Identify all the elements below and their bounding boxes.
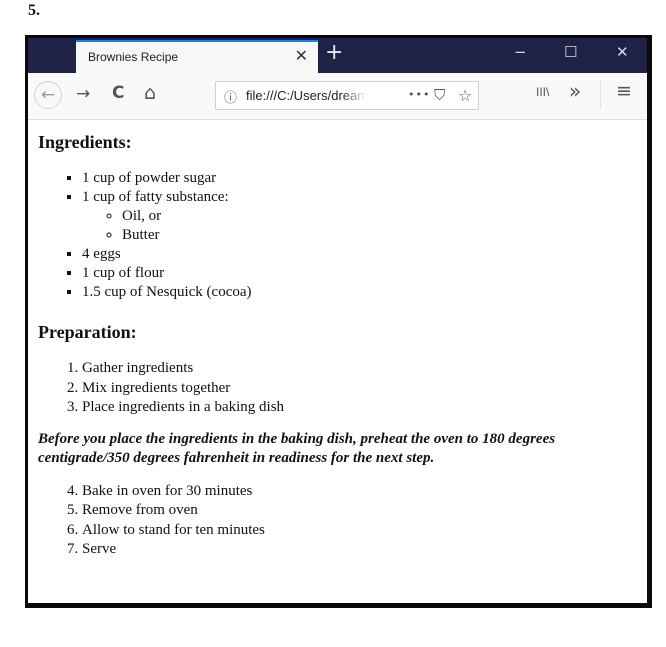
forward-arrow-icon[interactable]: → — [76, 84, 90, 104]
list-item: Oil, or — [122, 207, 637, 226]
ingredients-heading: Ingredients: — [38, 132, 132, 152]
bookmark-star-icon[interactable]: ☆ — [458, 86, 472, 105]
list-item: Place ingredients in a baking dish — [82, 398, 637, 418]
page-content: Ingredients: 1 cup of powder sugar 1 cup… — [28, 120, 647, 603]
minimize-icon[interactable]: − — [514, 43, 527, 61]
list-item: Serve — [82, 540, 637, 560]
list-item: Gather ingredients — [82, 359, 637, 379]
tab-close-icon[interactable]: ✕ — [295, 46, 308, 65]
info-icon[interactable]: ⓘ — [224, 87, 237, 106]
hamburger-menu-icon[interactable]: ≡ — [616, 80, 632, 102]
list-item: 1.5 cup of Nesquick (cocoa) — [82, 283, 637, 302]
list-item-text: 1 cup of fatty substance: — [82, 189, 229, 205]
list-item: 1 cup of flour — [82, 264, 637, 283]
list-item: 1 cup of powder sugar — [82, 169, 637, 188]
navigation-toolbar: ← → C ⌂ ⓘ file:///C:/Users/dream ••• ⛉ ☆… — [28, 73, 647, 120]
list-item: Mix ingredients together — [82, 379, 637, 399]
page-actions-icon[interactable]: ••• — [408, 88, 430, 101]
window-close-icon[interactable]: ✕ — [616, 43, 629, 61]
list-item: 4 eggs — [82, 245, 637, 264]
list-item: Bake in oven for 30 minutes — [82, 482, 637, 502]
question-number: 5. — [28, 2, 40, 19]
new-tab-icon[interactable]: + — [325, 40, 343, 65]
browser-window: Brownies Recipe ✕ + − ☐ ✕ ← → C ⌂ ⓘ file… — [25, 35, 652, 608]
library-icon[interactable]: III\ — [536, 85, 549, 99]
url-bar[interactable]: ⓘ file:///C:/Users/dream ••• ⛉ ☆ — [215, 81, 479, 110]
overflow-chevron-icon[interactable]: » — [569, 79, 581, 103]
list-item: Butter — [122, 226, 637, 245]
tab-title: Brownies Recipe — [88, 50, 179, 64]
maximize-icon[interactable]: ☐ — [564, 43, 577, 61]
tab-bar: Brownies Recipe ✕ + − ☐ ✕ — [28, 38, 647, 73]
list-item: Remove from oven — [82, 501, 637, 521]
preheat-note: Before you place the ingredients in the … — [38, 430, 556, 466]
home-icon[interactable]: ⌂ — [144, 82, 156, 104]
reload-icon[interactable]: C — [112, 83, 124, 103]
toolbar-separator — [600, 81, 601, 109]
tab-brownies-recipe[interactable]: Brownies Recipe ✕ — [76, 40, 318, 73]
url-input[interactable]: file:///C:/Users/dream — [246, 88, 366, 103]
pocket-icon[interactable]: ⛉ — [434, 86, 445, 104]
ingredients-list: 1 cup of powder sugar 1 cup of fatty sub… — [38, 169, 637, 302]
back-arrow-icon[interactable]: ← — [34, 81, 62, 109]
preparation-steps-part1: Gather ingredients Mix ingredients toget… — [38, 359, 637, 418]
list-item: Allow to stand for ten minutes — [82, 521, 637, 541]
fatty-substance-options: Oil, or Butter — [82, 207, 637, 245]
list-item: 1 cup of fatty substance: Oil, or Butter — [82, 188, 637, 245]
preparation-heading: Preparation: — [38, 322, 137, 342]
preparation-steps-part2: Bake in oven for 30 minutes Remove from … — [38, 482, 637, 560]
